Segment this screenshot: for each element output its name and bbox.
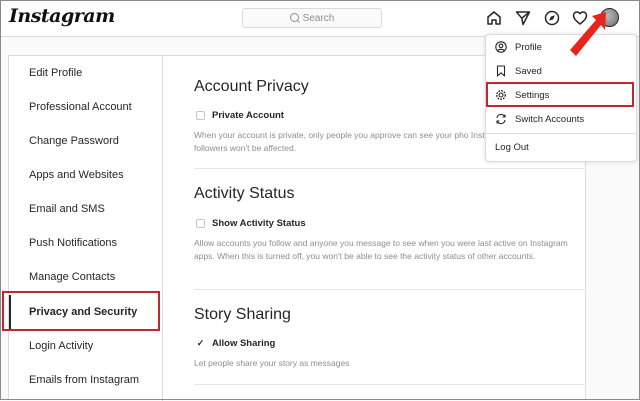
private-account-label: Private Account — [212, 110, 284, 121]
explore-compass-icon[interactable] — [543, 9, 561, 27]
sidebar-item-change-password[interactable]: Change Password — [9, 124, 162, 158]
activity-status-label: Show Activity Status — [212, 218, 306, 229]
dropdown-label-profile: Profile — [515, 41, 542, 53]
section-title-story-sharing: Story Sharing — [194, 306, 291, 323]
profile-circle-icon — [495, 41, 507, 53]
allow-sharing-toggle[interactable]: ✓ Allow Sharing — [196, 338, 276, 349]
sidebar-item-manage-contacts[interactable]: Manage Contacts — [9, 260, 162, 294]
sidebar-item-apps-and-websites[interactable]: Apps and Websites — [9, 158, 162, 192]
sidebar-item-edit-profile[interactable]: Edit Profile — [9, 56, 162, 90]
home-icon[interactable] — [485, 9, 503, 27]
activity-status-description: Allow accounts you follow and anyone you… — [194, 238, 568, 261]
direct-message-icon[interactable] — [514, 9, 532, 27]
settings-highlight-box — [486, 82, 634, 107]
section-divider — [194, 384, 586, 385]
dropdown-label-saved: Saved — [515, 65, 542, 77]
checkmark-icon[interactable]: ✓ — [196, 339, 205, 348]
switch-arrows-icon — [495, 113, 507, 125]
bookmark-icon — [495, 65, 507, 77]
section-divider — [194, 168, 586, 169]
sidebar-item-email-and-sms[interactable]: Email and SMS — [9, 192, 162, 226]
private-account-toggle[interactable]: Private Account — [196, 110, 284, 121]
sidebar-item-login-activity[interactable]: Login Activity — [9, 329, 162, 363]
dropdown-label-log-out: Log Out — [495, 141, 529, 153]
private-account-checkbox[interactable] — [196, 111, 205, 120]
dropdown-item-switch-accounts[interactable]: Switch Accounts — [486, 107, 636, 131]
top-nav-bar: Instagram Search — [0, 0, 640, 37]
sidebar-item-professional-account[interactable]: Professional Account — [9, 90, 162, 124]
sidebar-item-emails-from-instagram[interactable]: Emails from Instagram — [9, 363, 162, 397]
dropdown-divider — [486, 133, 636, 134]
dropdown-item-profile[interactable]: Profile — [486, 35, 636, 59]
privacy-and-security-highlight-box — [2, 291, 160, 331]
activity-status-checkbox[interactable] — [196, 219, 205, 228]
settings-sidebar: Edit Profile Professional Account Change… — [9, 56, 163, 401]
section-divider — [194, 289, 586, 290]
dropdown-item-log-out[interactable]: Log Out — [486, 135, 636, 159]
section-title-account-privacy: Account Privacy — [194, 78, 309, 95]
sidebar-item-push-notifications[interactable]: Push Notifications — [9, 226, 162, 260]
story-sharing-description: Let people share your story as messages — [194, 358, 350, 368]
allow-sharing-label: Allow Sharing — [212, 338, 276, 349]
search-input[interactable]: Search — [242, 8, 382, 28]
search-icon — [289, 12, 299, 22]
instagram-logo[interactable]: Instagram — [9, 5, 115, 27]
activity-status-toggle[interactable]: Show Activity Status — [196, 218, 306, 229]
dropdown-item-saved[interactable]: Saved — [486, 59, 636, 83]
section-title-activity-status: Activity Status — [194, 185, 295, 202]
dropdown-label-switch-accounts: Switch Accounts — [515, 113, 585, 125]
red-pointer-arrow-icon — [570, 12, 606, 56]
search-placeholder: Search — [302, 12, 335, 24]
